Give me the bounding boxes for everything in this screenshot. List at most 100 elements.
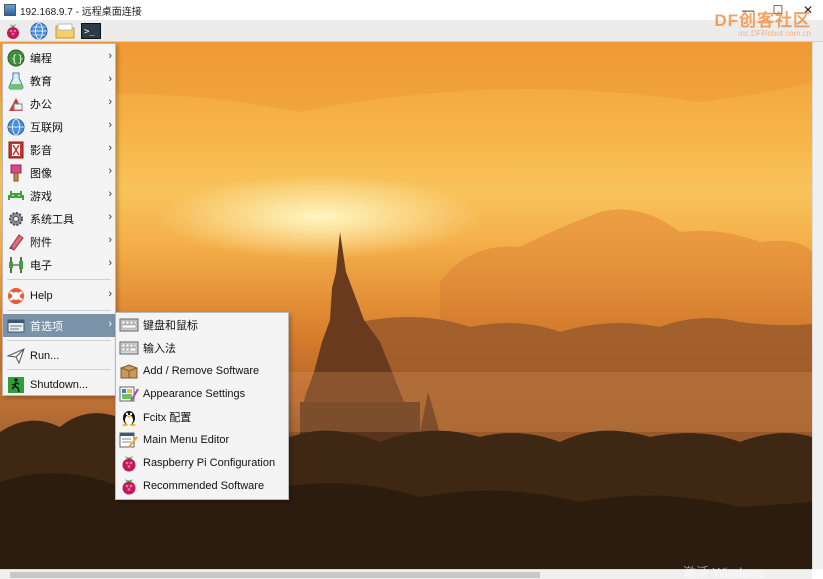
programming-icon: {} <box>6 48 26 68</box>
add-remove-software-icon <box>119 361 139 381</box>
menu-editor-icon <box>119 430 139 450</box>
preferences-icon <box>6 316 26 336</box>
submenu-item-appearance-settings[interactable]: Appearance Settings <box>116 382 288 405</box>
menu-item-shutdown[interactable]: Shutdown... <box>3 373 115 396</box>
activate-windows-notice: 激活 Windows <box>683 565 766 579</box>
menu-separator <box>7 279 111 280</box>
menu-separator <box>7 340 111 341</box>
shutdown-icon <box>6 375 26 395</box>
menu-item-label: 游戏 <box>30 190 52 203</box>
maximize-button[interactable]: ☐ <box>763 0 793 20</box>
submenu-item-label: 输入法 <box>143 342 176 355</box>
input-method-icon <box>119 338 139 358</box>
menu-separator <box>7 369 111 370</box>
svg-text:>_: >_ <box>84 27 95 37</box>
menu-item-label: Help <box>30 289 53 302</box>
chevron-right-icon: › <box>108 234 112 246</box>
menu-item-label: 办公 <box>30 98 52 111</box>
vertical-scrollbar[interactable] <box>812 42 823 569</box>
web-browser-button[interactable] <box>28 21 50 41</box>
menu-item-preferences[interactable]: 首选项 › <box>3 314 115 337</box>
window-title: 192.168.9.7 - 远程桌面连接 <box>20 6 142 18</box>
submenu-item-recommended-software[interactable]: Recommended Software <box>116 474 288 497</box>
menu-item-label: 影音 <box>30 144 52 157</box>
fcitx-penguin-icon <box>119 407 139 427</box>
remote-desktop-icon <box>4 4 16 16</box>
menu-item-education[interactable]: 教育 › <box>3 69 115 92</box>
office-icon <box>6 94 26 114</box>
submenu-item-raspberry-pi-configuration[interactable]: Raspberry Pi Configuration <box>116 451 288 474</box>
submenu-item-label: Appearance Settings <box>143 387 246 400</box>
menu-item-programming[interactable]: {} 编程 › <box>3 46 115 69</box>
window-title-bar: 192.168.9.7 - 远程桌面连接 — ☐ ✕ <box>0 0 823 20</box>
keyboard-mouse-icon <box>119 315 139 335</box>
terminal-icon: >_ <box>81 22 101 39</box>
chevron-right-icon: › <box>108 211 112 223</box>
chevron-right-icon: › <box>108 288 112 300</box>
internet-icon <box>6 117 26 137</box>
chevron-right-icon: › <box>108 96 112 108</box>
file-manager-icon <box>55 23 75 38</box>
chevron-right-icon: › <box>108 119 112 131</box>
submenu-item-label: Recommended Software <box>143 479 265 492</box>
submenu-item-add-remove-software[interactable]: Add / Remove Software <box>116 359 288 382</box>
terminal-button[interactable]: >_ <box>80 21 102 41</box>
application-menu: {} 编程 › 教育 › 办公 › 互联网 › 影音 › 图像 › 游戏 › 系… <box>2 43 116 396</box>
file-manager-button[interactable] <box>54 21 76 41</box>
menu-item-run[interactable]: Run... <box>3 344 115 367</box>
menu-item-label: 图像 <box>30 167 52 180</box>
menu-item-label: 教育 <box>30 75 52 88</box>
menu-item-label: 编程 <box>30 52 52 65</box>
submenu-item-label: Fcitx 配置 <box>143 411 192 424</box>
raspberry-config-icon <box>119 453 139 473</box>
menu-item-graphics[interactable]: 图像 › <box>3 161 115 184</box>
system-tools-icon <box>6 209 26 229</box>
menu-item-accessories[interactable]: 附件 › <box>3 230 115 253</box>
menu-item-internet[interactable]: 互联网 › <box>3 115 115 138</box>
menu-item-label: 互联网 <box>30 121 63 134</box>
run-icon <box>6 346 26 366</box>
raspberry-recommended-icon <box>119 476 139 496</box>
games-icon <box>6 186 26 206</box>
menu-item-label: 系统工具 <box>30 213 74 226</box>
chevron-right-icon: › <box>108 73 112 85</box>
electronics-icon <box>6 255 26 275</box>
menu-separator <box>7 310 111 311</box>
graphics-icon <box>6 163 26 183</box>
menu-item-label: Run... <box>30 349 60 362</box>
menu-item-label: 附件 <box>30 236 52 249</box>
menu-item-help[interactable]: Help › <box>3 284 115 307</box>
close-button[interactable]: ✕ <box>793 0 823 20</box>
sound-video-icon <box>6 140 26 160</box>
submenu-item-label: Add / Remove Software <box>143 364 260 377</box>
submenu-item-label: 键盘和鼠标 <box>143 319 198 332</box>
submenu-item-label: Main Menu Editor <box>143 433 230 446</box>
menu-item-label: 首选项 <box>30 320 63 333</box>
submenu-item-label: Raspberry Pi Configuration <box>143 456 276 469</box>
menu-item-office[interactable]: 办公 › <box>3 92 115 115</box>
education-icon <box>6 71 26 91</box>
raspberry-menu-icon <box>7 23 19 39</box>
accessories-icon <box>6 232 26 252</box>
menu-item-electronics[interactable]: 电子 › <box>3 253 115 276</box>
chevron-right-icon: › <box>108 50 112 62</box>
menu-item-label: 电子 <box>30 259 52 272</box>
minimize-button[interactable]: — <box>733 0 763 20</box>
raspberry-menu-button[interactable] <box>2 21 24 41</box>
scrollbar-thumb[interactable] <box>10 572 540 578</box>
menu-item-games[interactable]: 游戏 › <box>3 184 115 207</box>
preferences-submenu: 键盘和鼠标 输入法 Add / Remove Software Appearan… <box>115 312 289 500</box>
desktop-panel: >_ <box>0 20 823 42</box>
menu-item-sound-video[interactable]: 影音 › <box>3 138 115 161</box>
submenu-item-keyboard-mouse[interactable]: 键盘和鼠标 <box>116 313 288 336</box>
submenu-item-main-menu-editor[interactable]: Main Menu Editor <box>116 428 288 451</box>
appearance-settings-icon <box>119 384 139 404</box>
chevron-right-icon: › <box>108 257 112 269</box>
chevron-right-icon: › <box>108 142 112 154</box>
menu-item-system-tools[interactable]: 系统工具 › <box>3 207 115 230</box>
menu-item-label: Shutdown... <box>30 378 89 391</box>
web-browser-icon <box>30 22 48 39</box>
submenu-item-fcitx[interactable]: Fcitx 配置 <box>116 405 288 428</box>
submenu-item-input-method[interactable]: 输入法 <box>116 336 288 359</box>
svg-text:{}: {} <box>11 54 24 65</box>
